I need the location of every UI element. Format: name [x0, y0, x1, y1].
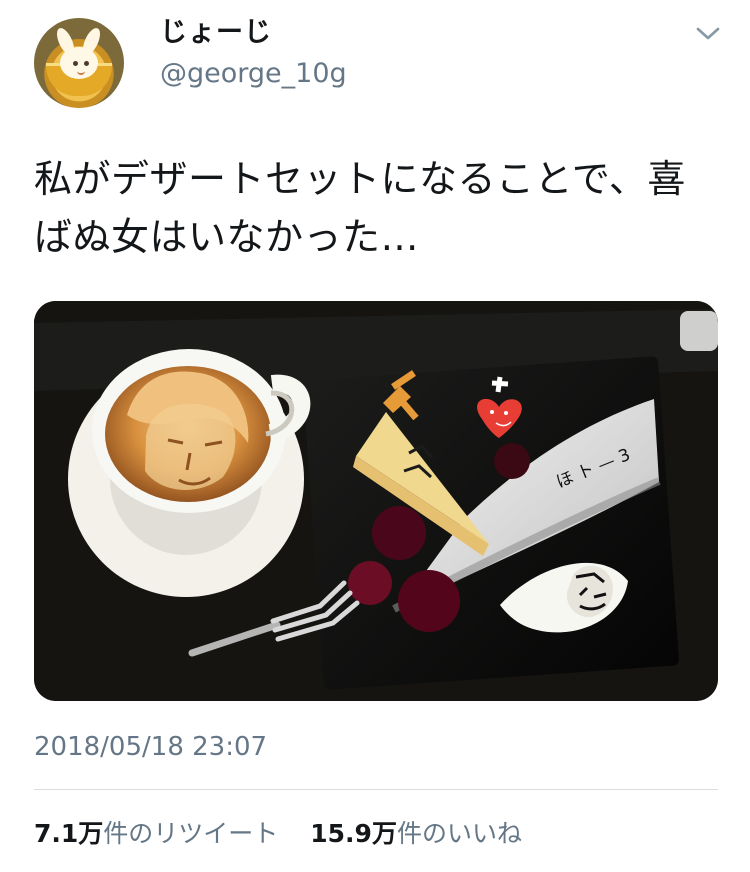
- dessert-set-photo: ほ ト — 3: [34, 301, 718, 701]
- retweet-stat[interactable]: 7.1万件のリツイート: [34, 818, 278, 850]
- retweet-label: 件のリツイート: [103, 819, 279, 848]
- tweet-header: じょーじ @george_10g: [0, 0, 750, 120]
- like-stat[interactable]: 15.9万件のいいね: [310, 818, 522, 850]
- tweet-stats: 7.1万件のリツイート 15.9万件のいいね: [34, 818, 546, 850]
- divider: [34, 789, 718, 790]
- chevron-down-icon[interactable]: [695, 24, 721, 44]
- like-count: 15.9万: [310, 819, 397, 848]
- retweet-count: 7.1万: [34, 819, 104, 848]
- eye-icon: [84, 61, 89, 66]
- tweet-timestamp: 2018/05/18 23:07: [34, 732, 268, 762]
- user-handle[interactable]: @george_10g: [160, 58, 347, 90]
- display-name[interactable]: じょーじ: [160, 17, 272, 49]
- tweet-text: 私がデザートセットになることで、喜ばぬ女はいなかった…: [34, 157, 686, 259]
- like-label: 件のいいね: [396, 819, 522, 848]
- eye-icon: [73, 61, 78, 66]
- avatar[interactable]: [34, 18, 124, 108]
- tweet-photo[interactable]: ほ ト — 3: [34, 301, 718, 701]
